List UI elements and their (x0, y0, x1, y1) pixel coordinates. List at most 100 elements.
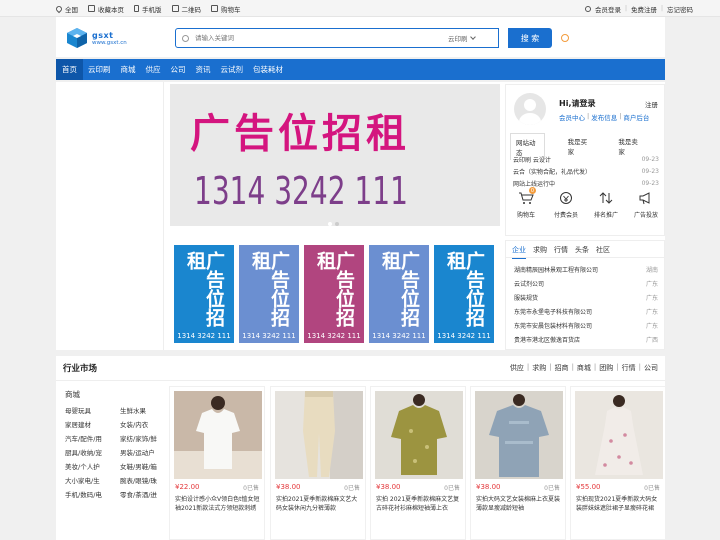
product-image[interactable] (475, 391, 563, 479)
list-item[interactable]: 云试剂公司 广东 (514, 276, 658, 290)
nav-packaging[interactable]: 包装耗材 (248, 59, 288, 80)
market-link-investment[interactable]: 招商 (555, 363, 569, 373)
nav-supply[interactable]: 供应 (141, 59, 166, 80)
list-item[interactable]: 云印刷 云设计 09-23 (513, 153, 659, 165)
register-link[interactable]: 免费注册 (631, 4, 657, 14)
product-image[interactable] (174, 391, 262, 479)
category-head[interactable]: 商城 (65, 389, 80, 400)
top-bar-right: 会员登录 | 免费注册 | 忘记密码 (584, 0, 693, 17)
ad-tile[interactable]: 广告位招租 1314 3242 111 (239, 245, 299, 343)
site-logo[interactable]: gsxt www.gsxt.cn (66, 23, 156, 53)
logo-cube-icon (66, 27, 88, 49)
market-link-group-buy[interactable]: 团购 (599, 363, 613, 373)
market-link-mall[interactable]: 商城 (577, 363, 591, 373)
banner-dot[interactable] (328, 222, 332, 226)
category-link[interactable]: 女鞋/男鞋/箱 (120, 463, 165, 472)
mobile-link[interactable]: 手机版 (134, 4, 162, 14)
merchant-backend-link[interactable]: 商户后台 (623, 112, 649, 122)
bookmark-icon (88, 5, 95, 12)
cart-link[interactable]: 购物车 (211, 4, 241, 14)
product-card[interactable]: ¥38.00 0已售 实拍2021夏季新款棉麻文艺大码女装休闲九分裤薄款 (270, 386, 366, 540)
product-image[interactable] (275, 391, 363, 479)
search-input[interactable] (189, 34, 448, 42)
ad-tile[interactable]: 广告位招租 1314 3242 111 (369, 245, 429, 343)
shortcut-cart[interactable]: 0 购物车 (508, 187, 544, 219)
category-link[interactable]: 腕表/眼镜/珠 (120, 477, 165, 486)
search-scope-select[interactable]: 云印刷 (448, 33, 498, 43)
qrcode-link[interactable]: 二维码 (171, 4, 201, 14)
notification-icon[interactable] (561, 34, 569, 42)
category-link[interactable]: 家纺/家饰/鲜 (120, 435, 165, 444)
location-link[interactable]: 全国 (54, 4, 78, 14)
nav-home[interactable]: 首页 (56, 59, 83, 80)
search-button[interactable]: 搜 索 (508, 28, 552, 48)
location-icon (54, 4, 64, 13)
nav-mall[interactable]: 商城 (116, 59, 141, 80)
login-greeting[interactable]: Hi,请登录 (559, 98, 595, 109)
product-card[interactable]: ¥55.00 0已售 实拍现货2021夏季新款大码女装胖妹妹遮肚裙子显瘦碎花裙 (570, 386, 666, 540)
category-sidebar (56, 82, 164, 350)
nav-cloud-print[interactable]: 云印刷 (83, 59, 116, 80)
shortcut-rank-promotion[interactable]: 排名推广 (588, 191, 624, 219)
ad-tile[interactable]: 广告位招租 1314 3242 111 (174, 245, 234, 343)
product-image[interactable] (375, 391, 463, 479)
market-link-supply[interactable]: 供应 (510, 363, 524, 373)
nav-cloud-reagent[interactable]: 云试剂 (216, 59, 249, 80)
category-link[interactable]: 汽车/配件/用 (65, 435, 120, 444)
register-link[interactable]: 注册 (645, 99, 658, 109)
list-item[interactable]: 东莞市安晨包装材料有限公司 广东 (514, 318, 658, 332)
nav-company[interactable]: 公司 (166, 59, 191, 80)
mobile-icon (134, 5, 139, 12)
login-link[interactable]: 会员登录 (595, 4, 621, 14)
logo-url-text: www.gsxt.cn (92, 39, 127, 46)
category-link[interactable]: 大小家电/生 (65, 477, 120, 486)
market-link-company[interactable]: 公司 (644, 363, 658, 373)
category-link[interactable]: 女装/内衣 (120, 421, 165, 430)
ad-banner[interactable]: 广告位招租 1314 3242 111 (170, 84, 500, 226)
market-title: 行业市场 (63, 364, 98, 374)
industry-market: 行业市场 供应 | 求购 | 招商 | 商城 | 团购 | 行情 | 公司 商城 母婴玩具 … (56, 356, 666, 540)
member-center-link[interactable]: 会员中心 (559, 112, 585, 122)
nav-news[interactable]: 资讯 (191, 59, 216, 80)
company-list: 湖南精辰园林景观工程有限公司 湖南 云试剂公司 广东 服装规货 广东 东莞市永堡电子科… (514, 262, 658, 346)
list-item[interactable]: 贵港市港北区傲逸百货店 广西 (514, 332, 658, 346)
member-icon (558, 191, 574, 205)
user-box: Hi,请登录 注册 会员中心 | 发布信息 | 商户后台 网站动态 我是买家 我是卖… (505, 84, 665, 236)
category-link[interactable]: 家居建材 (65, 421, 120, 430)
shortcut-ad-placement[interactable]: 广告投放 (628, 191, 664, 219)
ad-tile[interactable]: 广告位招租 1314 3242 111 (434, 245, 494, 343)
product-image[interactable] (575, 391, 663, 479)
list-item[interactable]: 东莞市永堡电子科技有限公司 广东 (514, 304, 658, 318)
list-item[interactable]: 湖南精辰园林景观工程有限公司 湖南 (514, 262, 658, 276)
market-link-purchase[interactable]: 求购 (532, 363, 546, 373)
category-link[interactable]: 生鲜水果 (120, 407, 165, 416)
qrcode-icon (171, 5, 179, 12)
product-card[interactable]: ¥22.00 0已售 实拍设计感小众V领白色t恤女短袖2021新款法式方领短款刺… (169, 386, 265, 540)
category-link[interactable]: 厨具/收纳/宠 (65, 449, 120, 458)
forgot-password-link[interactable]: 忘记密码 (667, 4, 693, 14)
logo-text: gsxt (92, 30, 114, 40)
list-item[interactable]: 服装规货 广东 (514, 290, 658, 304)
cart-icon: 0 (518, 187, 536, 205)
user-shortcuts: 0 购物车 付费会员 排名推广 广告投放 (506, 187, 666, 219)
bookmark-link[interactable]: 收藏本页 (88, 4, 124, 14)
list-item[interactable]: 云合（实物合配，礼品代发） 09-23 (513, 165, 659, 177)
top-bar-left: 全国 收藏本页 手机版 二维码 购物车 (54, 0, 241, 17)
search-box: 云印刷 (175, 28, 499, 48)
market-link-price[interactable]: 行情 (622, 363, 636, 373)
category-link[interactable]: 零食/茶酒/进 (120, 491, 165, 500)
publish-info-link[interactable]: 发布信息 (591, 112, 617, 122)
banner-dot[interactable] (335, 222, 339, 226)
category-link[interactable]: 美妆/个人护 (65, 463, 120, 472)
avatar[interactable] (514, 93, 546, 125)
category-link[interactable]: 手机/数码/电 (65, 491, 120, 500)
shortcut-paid-member[interactable]: 付费会员 (548, 191, 584, 219)
right-panel: Hi,请登录 注册 会员中心 | 发布信息 | 商户后台 网站动态 我是买家 我是卖… (505, 84, 665, 350)
product-card[interactable]: ¥38.00 0已售 实拍 2021夏季新款棉麻文艺复古碎花衬衫麻棉短袖薄上衣 (370, 386, 466, 540)
category-link[interactable]: 母婴玩具 (65, 407, 120, 416)
ad-tile[interactable]: 广告位招租 1314 3242 111 (304, 245, 364, 343)
product-card[interactable]: ¥38.00 0已售 实拍大码文艺女装棉麻上衣夏装薄款显瘦减龄短袖 (470, 386, 566, 540)
category-link[interactable]: 男装/运动户 (120, 449, 165, 458)
news-list: 云印刷 云设计 09-23 云合（实物合配，礼品代发） 09-23 网站上线运行中 0… (513, 153, 659, 189)
cart-badge: 0 (529, 187, 536, 194)
